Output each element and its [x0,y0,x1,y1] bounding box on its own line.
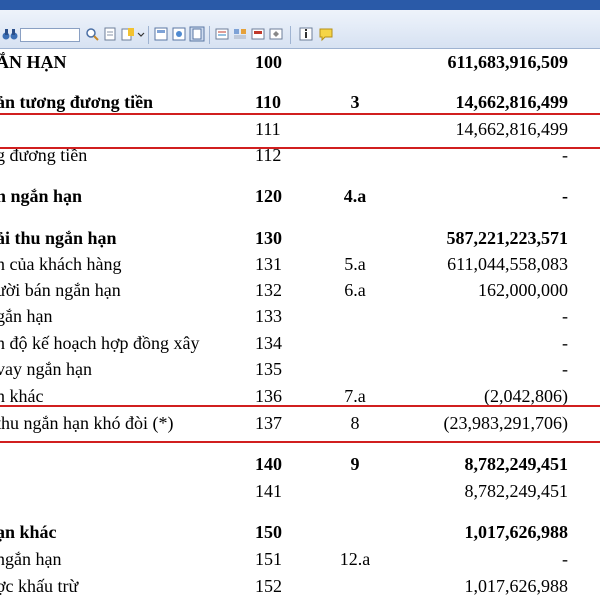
document-page: ẮN HẠN 100 611,683,916,509 ản tương đương t… [0,49,600,600]
comment-icon[interactable] [318,26,334,42]
table-row: ản tương đương tiền 110 3 14,662,816,499 [0,89,600,115]
info-icon[interactable] [298,26,314,42]
attach-icon[interactable] [250,26,266,42]
table-row: ợc khấu trừ 152 1,017,626,988 [0,573,600,599]
table-row: n của khách hàng 131 5.a 611,044,558,083 [0,251,600,277]
view-icon[interactable] [153,26,169,42]
table-row: ngắn hạn 151 12.a - [0,546,600,572]
stamp-icon[interactable] [268,26,284,42]
row-value: - [562,549,568,569]
toolbar [0,10,600,49]
row-value: 14,662,816,499 [455,92,569,112]
row-value: 8,782,249,451 [464,454,569,474]
row-label: ải thu ngắn hạn [0,228,117,248]
table-row: ạn khác 150 1,017,626,988 [0,519,600,545]
page-icon[interactable] [102,26,118,42]
row-label: ẮN HẠN [0,52,67,72]
row-note: 5.a [344,254,366,274]
row-note: 6.a [344,280,366,300]
toolbar-divider [290,26,291,44]
highlight-box [0,405,600,443]
chevron-down-icon[interactable] [137,26,145,42]
search-input[interactable] [20,28,80,42]
row-value: 611,683,916,509 [447,52,568,72]
toolbar-divider [209,26,210,44]
row-code: 110 [255,92,282,112]
table-row: 141 8,782,249,451 [0,478,600,504]
row-code: 133 [255,306,282,326]
form-icon[interactable] [214,26,230,42]
row-label: vay ngắn hạn [0,359,92,379]
window-title-strip [0,0,600,10]
row-code: 140 [255,454,282,474]
row-value: - [562,306,568,326]
row-note: 4.a [343,186,367,206]
row-code: 150 [255,522,282,542]
row-label: ngắn hạn [0,549,62,569]
table-row: gắn hạn 133 - [0,303,600,329]
row-value: 162,000,000 [478,280,568,300]
row-code: 152 [255,576,282,596]
row-code: 132 [255,280,282,300]
row-value: 611,044,558,083 [447,254,568,274]
highlight-icon[interactable] [120,26,136,42]
table-row: 140 9 8,782,249,451 [0,451,600,477]
row-label: ười bán ngắn hạn [0,280,121,300]
row-code: 135 [255,359,282,379]
row-label: ợc khấu trừ [0,576,79,596]
row-code: 120 [255,186,282,206]
table-row: n độ kế hoạch hợp đồng xây 134 - [0,330,600,356]
row-label: h ngắn hạn [0,186,83,206]
row-label: n độ kế hoạch hợp đồng xây [0,333,200,353]
table-row: ười bán ngắn hạn 132 6.a 162,000,000 [0,277,600,303]
row-value: 1,017,626,988 [464,522,569,542]
zoom-icon[interactable] [84,26,100,42]
row-code: 151 [255,549,282,569]
page-single-icon[interactable] [189,26,205,42]
row-code: 100 [255,52,282,72]
row-value: 1,017,626,988 [464,576,569,596]
row-value: - [562,333,568,353]
row-code: 141 [255,481,282,501]
row-code: 130 [255,228,282,248]
row-note: 3 [350,92,360,112]
row-label: ạn khác [0,522,57,542]
row-value: 8,782,249,451 [464,481,569,501]
toolbar-divider [148,26,149,44]
row-label: ản tương đương tiền [0,92,154,112]
layout-icon[interactable] [171,26,187,42]
row-code: 131 [255,254,282,274]
row-note: 12.a [339,549,371,569]
row-label: n của khách hàng [0,254,122,274]
row-label: gắn hạn [0,306,53,326]
row-value: 587,221,223,571 [446,228,569,248]
table-row: h ngắn hạn 120 4.a - [0,183,600,209]
table-row: ải thu ngắn hạn 130 587,221,223,571 [0,225,600,251]
table-row: vay ngắn hạn 135 - [0,356,600,382]
thumb-icon[interactable] [232,26,248,42]
row-note: 9 [350,454,360,474]
binoculars-icon[interactable] [2,26,18,42]
row-value: - [562,359,568,379]
row-code: 134 [255,333,282,353]
row-value: - [562,186,568,206]
table-row: ẮN HẠN 100 611,683,916,509 [0,49,600,75]
highlight-box [0,113,600,149]
